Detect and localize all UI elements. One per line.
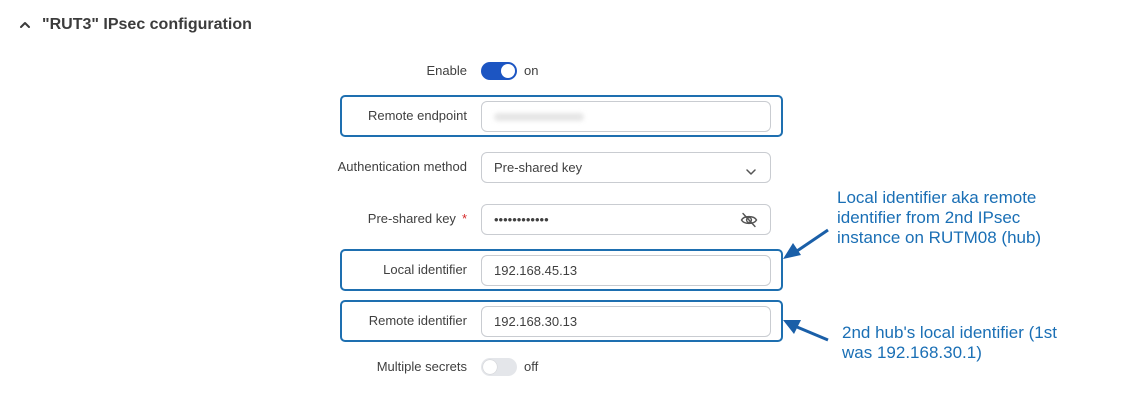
enable-toggle[interactable]: [481, 62, 517, 80]
arrow-to-remote-identifier: [783, 320, 829, 342]
remote-endpoint-input[interactable]: [481, 101, 771, 132]
enable-state-text: on: [524, 63, 539, 78]
enable-label: Enable: [426, 63, 467, 78]
chevron-up-icon[interactable]: [18, 18, 32, 32]
multiple-secrets-toggle[interactable]: [481, 358, 517, 376]
auth-method-label: Authentication method: [337, 159, 467, 174]
pre-shared-key-label: Pre-shared key *: [368, 211, 467, 226]
required-mark: *: [461, 211, 467, 226]
auth-method-value: Pre-shared key: [494, 160, 583, 175]
note-line: was 192.168.30.1): [842, 343, 982, 362]
remote-identifier-note: 2nd hub's local identifier (1st was 192.…: [842, 323, 1057, 363]
pre-shared-key-input[interactable]: ••••••••••••: [481, 204, 771, 235]
chevron-down-icon: [746, 164, 756, 175]
remote-identifier-input[interactable]: 192.168.30.13: [481, 306, 771, 337]
remote-identifier-value: 192.168.30.13: [494, 314, 578, 329]
remote-identifier-label: Remote identifier: [368, 313, 467, 328]
arrow-to-local-identifier: [783, 228, 829, 259]
note-line: 2nd hub's local identifier (1st: [842, 323, 1057, 342]
eye-slash-icon[interactable]: [740, 212, 758, 228]
note-line: identifier from 2nd IPsec: [837, 208, 1021, 227]
pre-shared-key-label-text: Pre-shared key: [367, 211, 456, 226]
section-title: "RUT3" IPsec configuration: [42, 16, 252, 33]
note-line: instance on RUTM08 (hub): [837, 228, 1042, 247]
pre-shared-key-value: ••••••••••••: [494, 212, 549, 227]
local-identifier-value: 192.168.45.13: [494, 263, 578, 278]
local-identifier-label: Local identifier: [383, 262, 467, 277]
redacted-value: [494, 112, 584, 121]
toggle-knob: [483, 360, 497, 374]
multiple-secrets-state-text: off: [524, 359, 539, 374]
section-header[interactable]: "RUT3" IPsec configuration: [18, 14, 252, 36]
remote-endpoint-label: Remote endpoint: [367, 108, 467, 123]
note-line: Local identifier aka remote: [837, 188, 1037, 207]
multiple-secrets-label: Multiple secrets: [376, 359, 467, 374]
local-identifier-note: Local identifier aka remote identifier f…: [837, 188, 1041, 248]
auth-method-select[interactable]: Pre-shared key: [481, 152, 771, 183]
toggle-knob: [501, 64, 515, 78]
local-identifier-input[interactable]: 192.168.45.13: [481, 255, 771, 286]
